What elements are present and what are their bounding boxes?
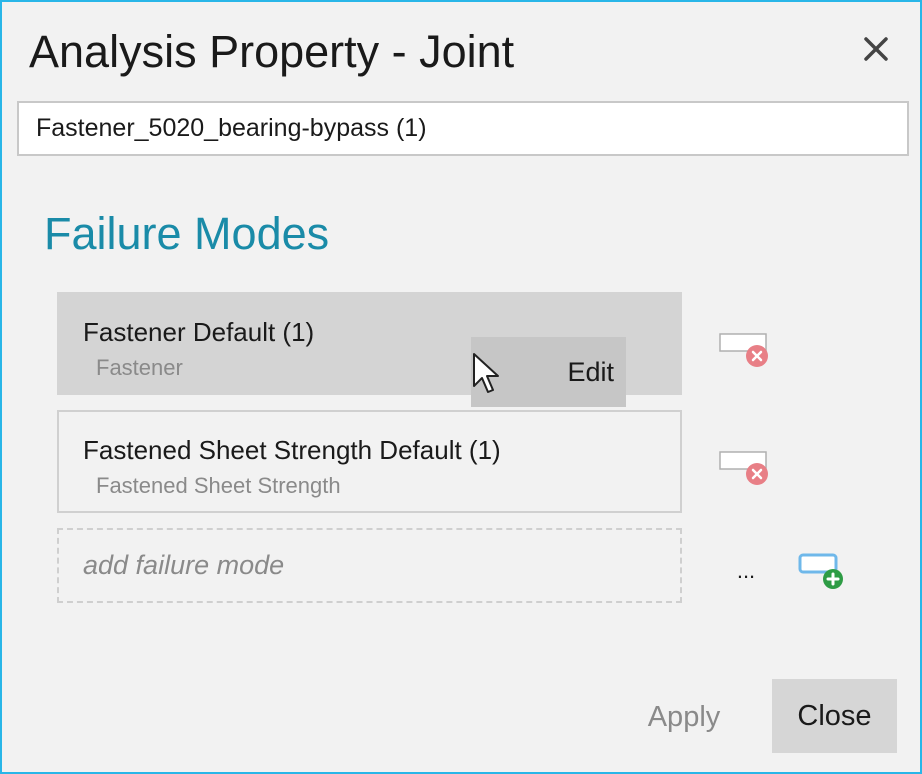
failure-modes-title: Failure Modes bbox=[44, 208, 330, 259]
close-button[interactable]: Close bbox=[772, 679, 897, 753]
remove-failure-mode-icon[interactable] bbox=[718, 332, 770, 372]
failure-mode-type: Fastener bbox=[96, 355, 183, 380]
browse-more-button[interactable]: ... bbox=[726, 554, 766, 588]
apply-button[interactable]: Apply bbox=[624, 680, 744, 754]
failure-mode-item-fastened-sheet[interactable]: Fastened Sheet Strength Default (1) Fast… bbox=[57, 410, 682, 513]
dialog-title: Analysis Property - Joint bbox=[29, 26, 515, 77]
add-failure-mode-input[interactable] bbox=[57, 528, 682, 603]
add-failure-mode-icon[interactable] bbox=[797, 552, 847, 592]
property-name-input[interactable] bbox=[17, 101, 909, 156]
analysis-property-dialog: Analysis Property - Joint Failure Modes … bbox=[0, 0, 922, 774]
failure-mode-name: Fastened Sheet Strength Default (1) bbox=[83, 435, 501, 465]
edit-button[interactable]: Edit bbox=[471, 337, 626, 407]
close-icon[interactable] bbox=[856, 29, 896, 69]
failure-mode-name: Fastener Default (1) bbox=[83, 317, 315, 347]
remove-failure-mode-icon[interactable] bbox=[718, 450, 770, 490]
failure-mode-type: Fastened Sheet Strength bbox=[96, 473, 341, 498]
